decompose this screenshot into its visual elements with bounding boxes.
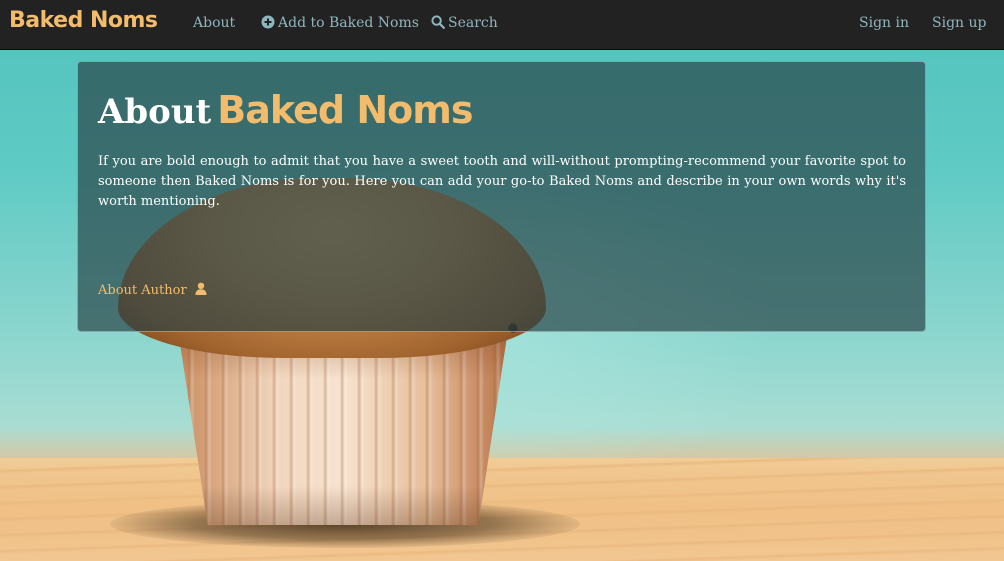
nav-signup-label: Sign up <box>932 15 987 31</box>
top-navbar: Baked Noms About Add to Baked Noms Searc… <box>0 0 1004 50</box>
nav-add-link[interactable]: Add to Baked Noms <box>261 15 419 33</box>
about-author-link[interactable]: About Author <box>98 282 207 299</box>
muffin-paper-wrapper <box>178 330 508 525</box>
brand-logo[interactable]: Baked Noms <box>9 8 158 33</box>
about-description: If you are bold enough to admit that you… <box>98 154 906 209</box>
plus-circle-icon <box>261 15 275 33</box>
user-icon <box>195 282 207 299</box>
about-author-label: About Author <box>98 283 187 298</box>
title-brand: Baked Noms <box>217 88 473 132</box>
nav-about-link[interactable]: About <box>193 15 235 31</box>
nav-add-label: Add to Baked Noms <box>278 15 419 31</box>
about-panel: About Baked Noms If you are bold enough t… <box>77 61 926 332</box>
nav-signup-link[interactable]: Sign up <box>932 15 986 31</box>
nav-search-label: Search <box>448 15 498 31</box>
nav-search-link[interactable]: Search <box>431 15 498 33</box>
nav-about-label: About <box>193 15 236 31</box>
title-prefix: About <box>98 92 212 132</box>
nav-signin-label: Sign in <box>859 15 909 31</box>
nav-signin-link[interactable]: Sign in <box>859 15 909 31</box>
page-title: About Baked Noms <box>98 88 473 132</box>
search-icon <box>431 15 445 33</box>
